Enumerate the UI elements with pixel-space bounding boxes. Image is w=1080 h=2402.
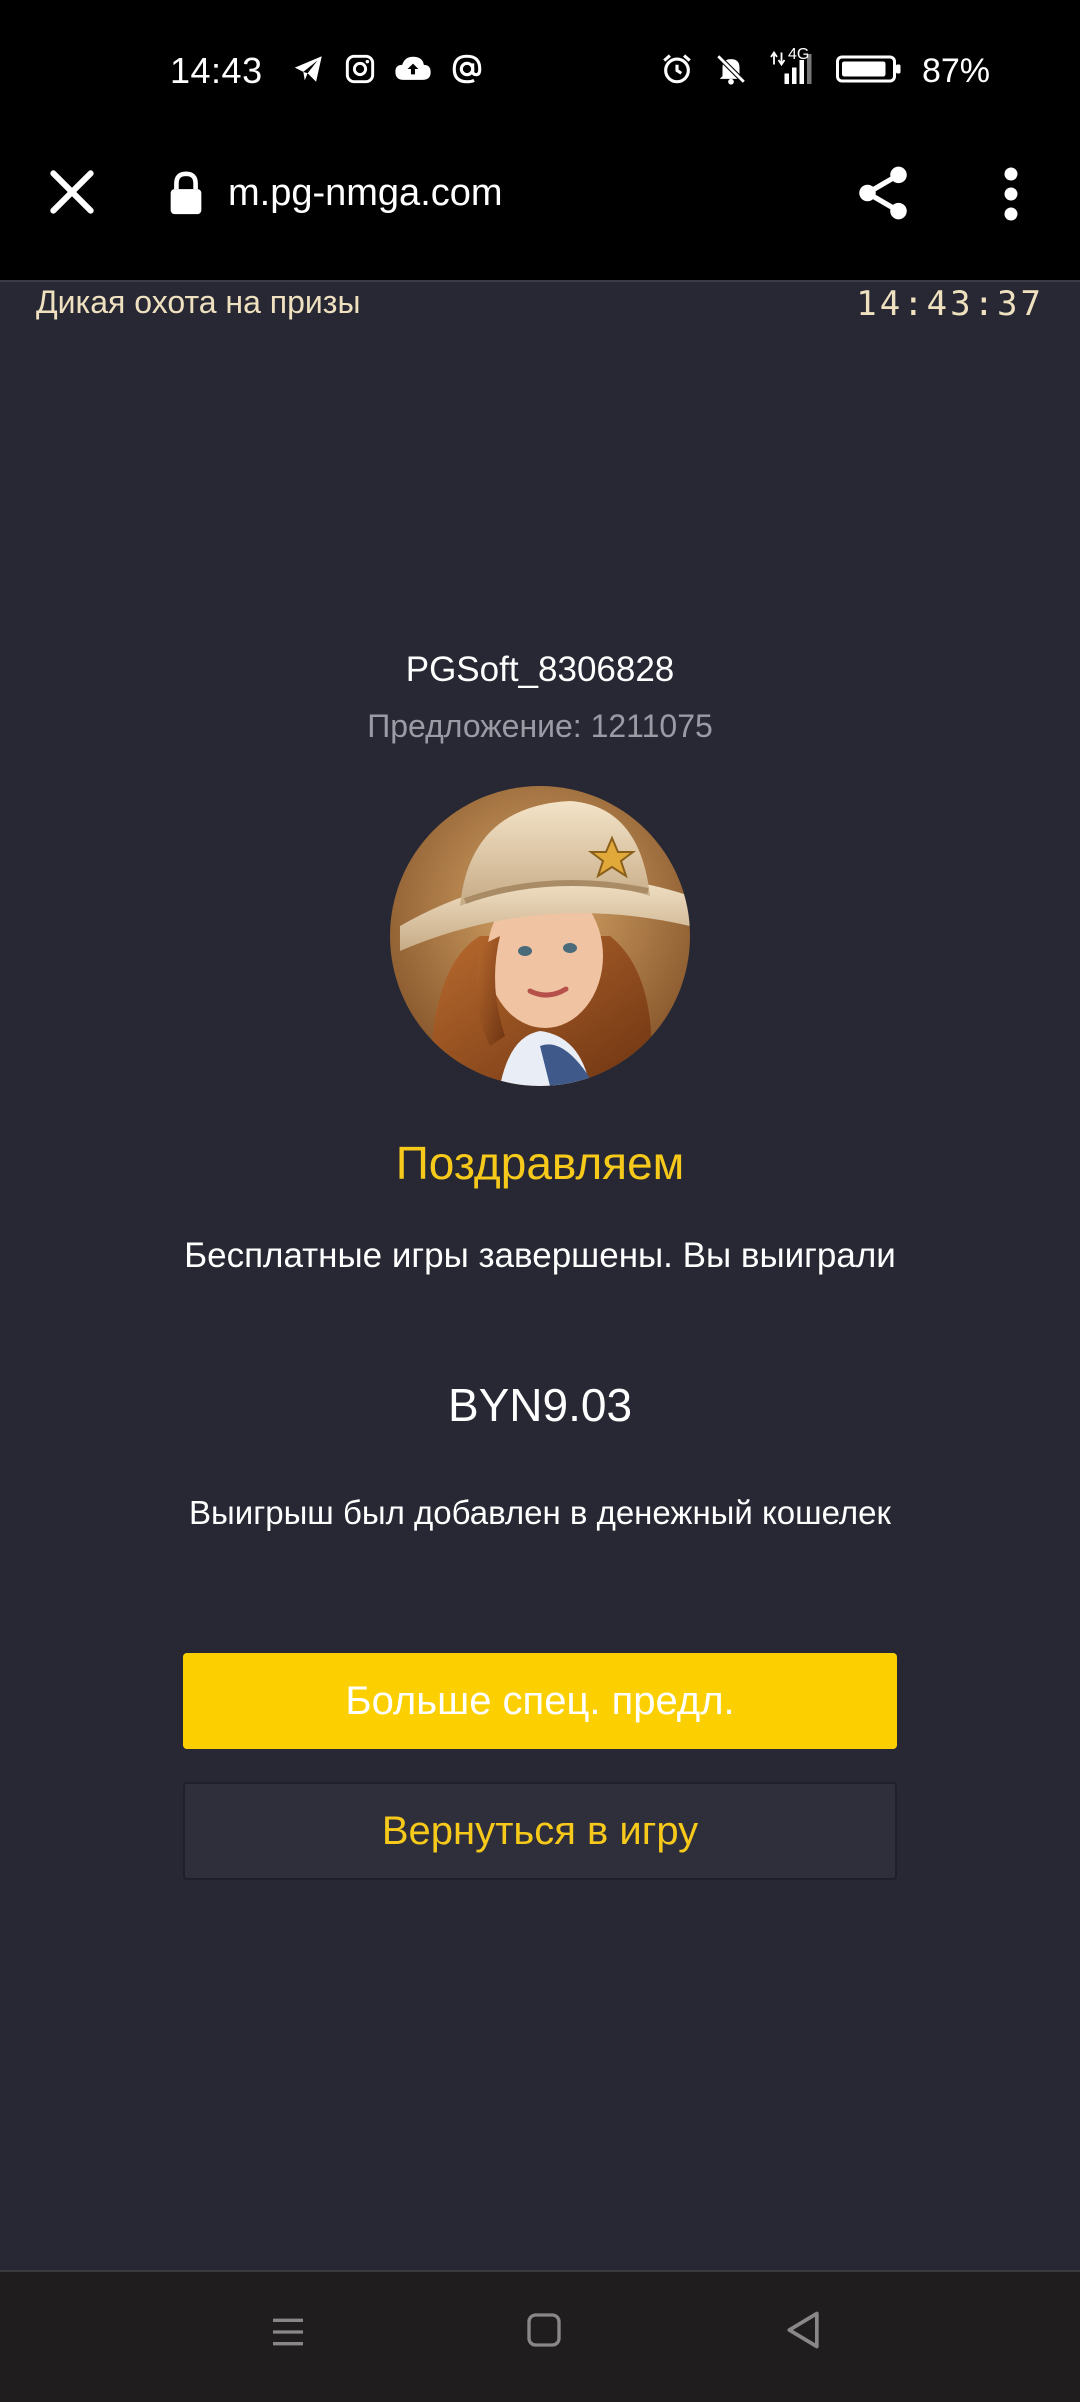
back-to-game-button[interactable]: Вернуться в игру	[183, 1782, 897, 1880]
battery-percentage: 87%	[921, 52, 990, 90]
home-button[interactable]	[524, 2310, 564, 2355]
win-amount: BYN9.03	[447, 1379, 633, 1431]
battery-icon	[835, 53, 902, 90]
back-button[interactable]	[782, 2308, 826, 2357]
notification-icons	[292, 52, 484, 91]
more-offers-button[interactable]: Больше спец. предл.	[183, 1653, 897, 1749]
more-vert-icon	[1004, 167, 1018, 221]
game-title: Дикая охота на призы	[36, 284, 361, 320]
browser-toolbar	[0, 140, 1080, 282]
lock-icon	[168, 170, 204, 221]
cloud-upload-icon	[394, 53, 432, 90]
system-icons: 4G 87%	[660, 46, 990, 93]
bell-off-icon	[714, 52, 748, 91]
telegram-icon	[292, 52, 326, 91]
square-icon	[527, 2313, 561, 2347]
menu-lines-icon	[273, 2318, 303, 2346]
cowgirl-avatar-image	[390, 786, 690, 1086]
more-options-button[interactable]	[990, 164, 1032, 224]
share-button[interactable]	[852, 162, 914, 224]
recents-button[interactable]	[268, 2312, 308, 2357]
player-name: PGSoft_8306828	[405, 650, 675, 689]
offer-id: Предложение: 1211075	[367, 708, 713, 744]
status-bar: 14:43 4G 87%	[0, 0, 1080, 140]
back-triangle-icon	[787, 2311, 819, 2349]
alarm-icon	[660, 52, 694, 91]
close-icon	[50, 170, 94, 214]
url-text[interactable]: m.pg-nmga.com	[228, 172, 503, 215]
network-type-label: 4G	[787, 46, 810, 63]
share-icon	[859, 166, 907, 220]
instagram-icon	[344, 53, 376, 90]
signal-icon: 4G	[768, 46, 816, 93]
wallet-note: Выигрыш был добавлен в денежный кошелек	[189, 1494, 891, 1531]
avatar	[390, 786, 690, 1086]
at-sign-icon	[450, 52, 484, 91]
free-games-message: Бесплатные игры завершены. Вы выиграли	[184, 1236, 896, 1275]
status-time: 14:43	[170, 50, 263, 91]
congratulations-heading: Поздравляем	[395, 1137, 685, 1189]
game-clock: 14:43:37	[856, 284, 1044, 324]
close-button[interactable]	[44, 164, 100, 220]
